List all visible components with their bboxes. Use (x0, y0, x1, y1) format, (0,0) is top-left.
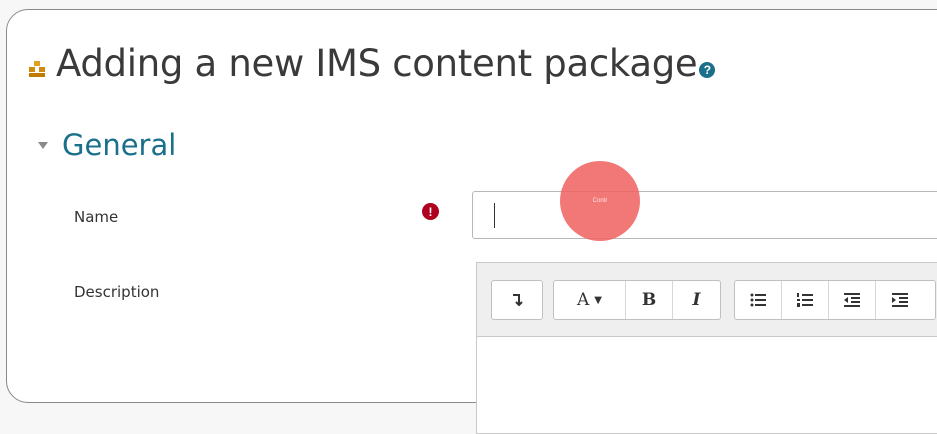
question-circle-icon[interactable]: ? (699, 61, 716, 78)
bold-button[interactable]: B (626, 281, 673, 319)
toolbar-group-toggle (491, 280, 543, 320)
exclamation-circle-icon: ! (422, 203, 439, 220)
ordered-list-icon (797, 293, 813, 307)
ordered-list-button[interactable] (782, 281, 829, 319)
editor-toolbar: A ▼ B I (477, 263, 937, 337)
click-indicator-text: Contr (592, 198, 608, 204)
unordered-list-icon (750, 293, 766, 307)
italic-label: I (692, 290, 701, 310)
text-caret (494, 203, 495, 228)
page-title: Adding a new IMS content package (56, 42, 698, 85)
unordered-list-button[interactable] (735, 281, 782, 319)
italic-button[interactable]: I (673, 281, 720, 319)
indent-icon (891, 293, 908, 307)
section-title[interactable]: General (62, 128, 176, 162)
page-header: Adding a new IMS content package ? (28, 42, 716, 85)
font-style-label: A (577, 290, 590, 310)
click-indicator: Contr (560, 161, 640, 241)
bold-label: B (641, 290, 657, 310)
font-style-button[interactable]: A ▼ (554, 281, 626, 319)
toolbar-group-text: A ▼ B I (553, 280, 721, 320)
caret-down-icon: ▼ (594, 294, 602, 306)
content-package-icon (29, 60, 45, 77)
name-input[interactable] (472, 191, 937, 239)
description-label: Description (74, 283, 160, 301)
outdent-button[interactable] (829, 281, 876, 319)
chevron-down-icon[interactable] (38, 141, 48, 149)
section-header-general[interactable]: General (38, 128, 176, 162)
toolbar-toggle-button[interactable] (492, 281, 542, 319)
outdent-icon (844, 293, 860, 307)
name-label: Name (74, 208, 119, 226)
description-editor[interactable]: A ▼ B I (476, 262, 937, 434)
toolbar-toggle-icon (513, 294, 523, 307)
toolbar-group-lists (734, 280, 936, 320)
indent-button[interactable] (876, 281, 923, 319)
